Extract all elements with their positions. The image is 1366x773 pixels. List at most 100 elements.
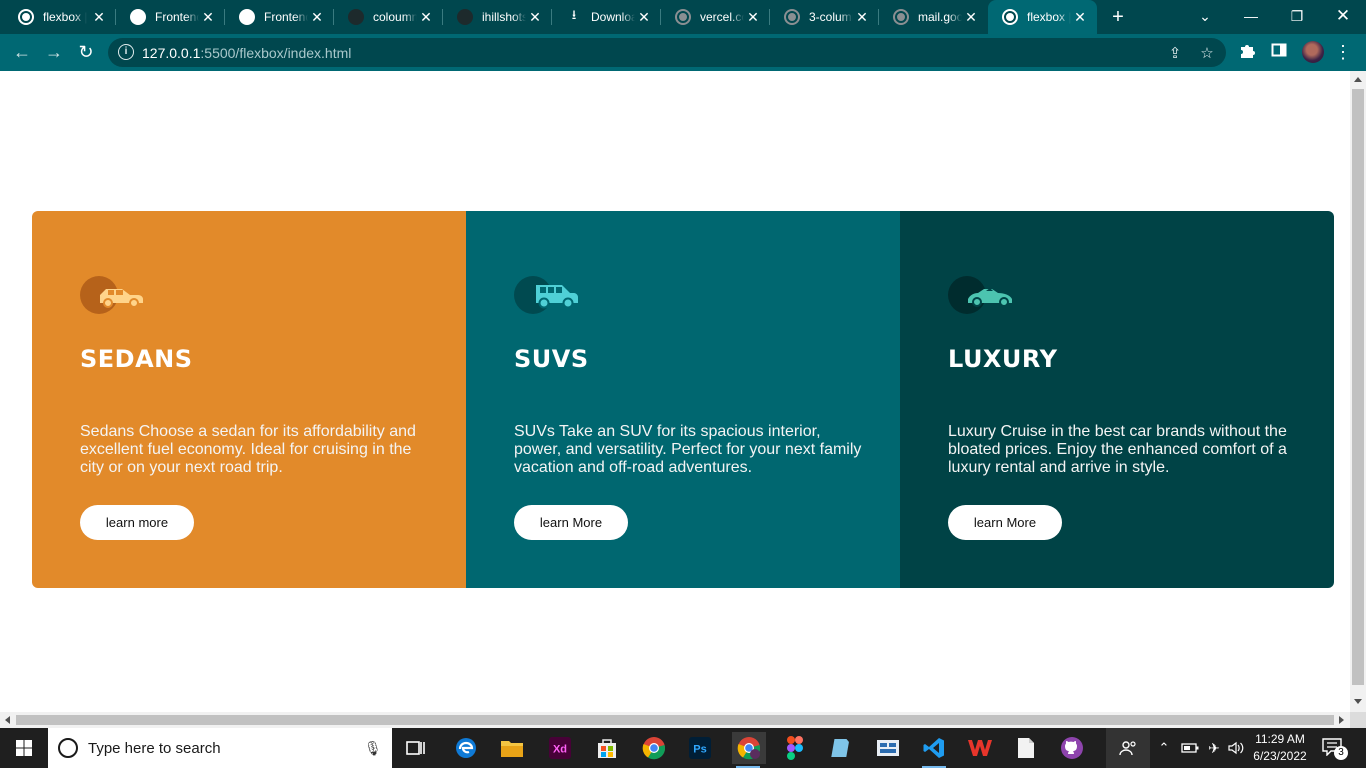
tab-coloumn[interactable]: coloumn ✕ [334, 0, 443, 34]
tab-title: ihillshots [482, 10, 526, 24]
tab-download[interactable]: ⭳ Download ✕ [552, 0, 661, 34]
notepad-icon[interactable] [826, 732, 858, 764]
dark-logo-icon [457, 9, 473, 25]
tab-mail[interactable]: mail.goo ✕ [879, 0, 988, 34]
tab-3-column[interactable]: 3-column ✕ [770, 0, 879, 34]
people-icon[interactable] [1106, 728, 1150, 768]
start-button[interactable] [0, 728, 48, 768]
back-button[interactable]: ← [9, 40, 35, 66]
close-icon[interactable]: ✕ [201, 9, 215, 25]
photoshop-icon[interactable]: Ps [684, 732, 716, 764]
browser-tab-strip: flexbox | ✕ Frontend ✕ Frontend ✕ coloum… [0, 0, 1366, 34]
download-icon: ⭳ [571, 7, 577, 22]
close-icon[interactable]: ✕ [310, 9, 324, 25]
battery-icon[interactable] [1180, 728, 1200, 768]
side-panel-icon[interactable] [1269, 42, 1289, 62]
scrollbar-corner [1350, 712, 1366, 728]
notification-badge: 3 [1334, 746, 1348, 760]
window-close-button[interactable]: ✕ [1320, 0, 1366, 34]
image-icon [239, 9, 255, 25]
restore-button[interactable]: ❐ [1274, 0, 1320, 34]
task-view-icon[interactable] [400, 732, 432, 764]
tab-ihillshots[interactable]: ihillshots ✕ [443, 0, 552, 34]
tab-flexbox-active[interactable]: flexbox | ✕ [988, 0, 1097, 34]
learn-more-button[interactable]: learn more [80, 505, 194, 540]
close-icon[interactable]: ✕ [964, 9, 978, 25]
globe-icon [18, 9, 34, 25]
action-center-button[interactable]: 3 [1322, 738, 1348, 760]
search-placeholder: Type here to search [88, 740, 221, 757]
tab-title: flexbox | [1027, 10, 1071, 24]
vertical-scrollbar[interactable] [1350, 71, 1366, 712]
taskbar-search-box[interactable]: Type here to search 🎙 [48, 728, 392, 768]
car-cards-container: SEDANS Sedans Choose a sedan for its aff… [32, 211, 1334, 588]
bookmark-star-icon[interactable]: ☆ [1198, 45, 1216, 63]
tab-title: coloumn [373, 10, 417, 24]
scroll-down-icon[interactable] [1354, 699, 1362, 704]
clock-time: 11:29 AM [1255, 732, 1305, 746]
file-explorer-icon[interactable] [496, 732, 528, 764]
figma-icon[interactable] [779, 732, 811, 764]
new-tab-button[interactable]: + [1106, 5, 1130, 29]
microphone-icon[interactable]: 🎙 [364, 738, 382, 758]
close-icon[interactable]: ✕ [855, 9, 869, 25]
reload-button[interactable]: ↻ [73, 40, 99, 66]
svg-text:Ps: Ps [693, 744, 706, 756]
show-hidden-icons-chevron-icon[interactable]: ⌃ [1156, 728, 1172, 768]
card-description: Luxury Cruise in the best car brands wit… [948, 423, 1287, 476]
forward-button[interactable]: → [41, 40, 67, 66]
menu-dots-icon[interactable]: ⋮ [1333, 42, 1353, 62]
store-icon[interactable] [591, 732, 623, 764]
moon-icon [130, 9, 146, 25]
luxury-car-icon [948, 276, 1012, 314]
vscode-icon[interactable] [918, 732, 950, 768]
close-icon[interactable]: ✕ [528, 9, 542, 25]
card-description: Sedans Choose a sedan for its affordabil… [80, 423, 416, 476]
file-icon[interactable] [1010, 732, 1042, 764]
tab-flexbox[interactable]: flexbox | ✕ [4, 0, 116, 34]
close-icon[interactable]: ✕ [637, 9, 651, 25]
globe-icon [675, 9, 691, 25]
tab-frontend[interactable]: Frontend ✕ [116, 0, 225, 34]
scroll-up-icon[interactable] [1354, 77, 1362, 82]
site-info-icon[interactable]: i [118, 44, 134, 60]
tab-search-chevron-icon[interactable]: ⌄ [1182, 0, 1228, 34]
github-icon[interactable] [1056, 732, 1088, 764]
profile-avatar[interactable] [1302, 41, 1324, 63]
cortana-ring-icon [58, 738, 78, 758]
tab-vercel[interactable]: vercel.co ✕ [661, 0, 770, 34]
wps-icon[interactable] [964, 732, 996, 764]
adobe-xd-icon[interactable]: Xd [544, 732, 576, 764]
airplane-mode-icon[interactable]: ✈ [1204, 728, 1224, 768]
chrome-icon[interactable] [638, 732, 670, 764]
learn-more-button[interactable]: learn More [948, 505, 1062, 540]
horizontal-scrollbar[interactable] [0, 712, 1350, 728]
close-icon[interactable]: ✕ [419, 9, 433, 25]
edge-icon[interactable] [450, 732, 482, 764]
card-luxury: LUXURY Luxury Cruise in the best car bra… [900, 211, 1334, 588]
minimize-button[interactable]: — [1228, 0, 1274, 34]
taskbar-clock[interactable]: 11:29 AM 6/23/2022 [1248, 731, 1312, 765]
screen-app-icon[interactable] [872, 732, 904, 764]
close-icon[interactable]: ✕ [92, 9, 106, 25]
close-icon[interactable]: ✕ [1073, 9, 1087, 25]
url-path: :5500/flexbox/index.html [200, 45, 352, 61]
card-description: SUVs Take an SUV for its spacious interi… [514, 423, 862, 476]
address-bar[interactable]: i 127.0.0.1:5500/flexbox/index.html ⇪ ☆ [108, 38, 1226, 67]
share-icon[interactable]: ⇪ [1166, 45, 1184, 63]
vertical-scroll-thumb[interactable] [1352, 89, 1364, 685]
card-suvs: SUVS SUVs Take an SUV for its spacious i… [466, 211, 900, 588]
scroll-right-icon[interactable] [1339, 716, 1344, 724]
scroll-left-icon[interactable] [5, 716, 10, 724]
tab-title: mail.goo [918, 10, 962, 24]
tab-title: vercel.co [700, 10, 744, 24]
close-icon[interactable]: ✕ [746, 9, 760, 25]
card-title: SUVS [514, 345, 589, 373]
learn-more-button[interactable]: learn More [514, 505, 628, 540]
url-text[interactable]: 127.0.0.1:5500/flexbox/index.html [142, 45, 351, 61]
extensions-puzzle-icon[interactable] [1237, 42, 1257, 62]
chrome-profile-icon[interactable] [732, 732, 766, 768]
tab-frontend-2[interactable]: Frontend ✕ [225, 0, 334, 34]
horizontal-scroll-thumb[interactable] [16, 715, 1334, 725]
volume-icon[interactable] [1226, 728, 1246, 768]
